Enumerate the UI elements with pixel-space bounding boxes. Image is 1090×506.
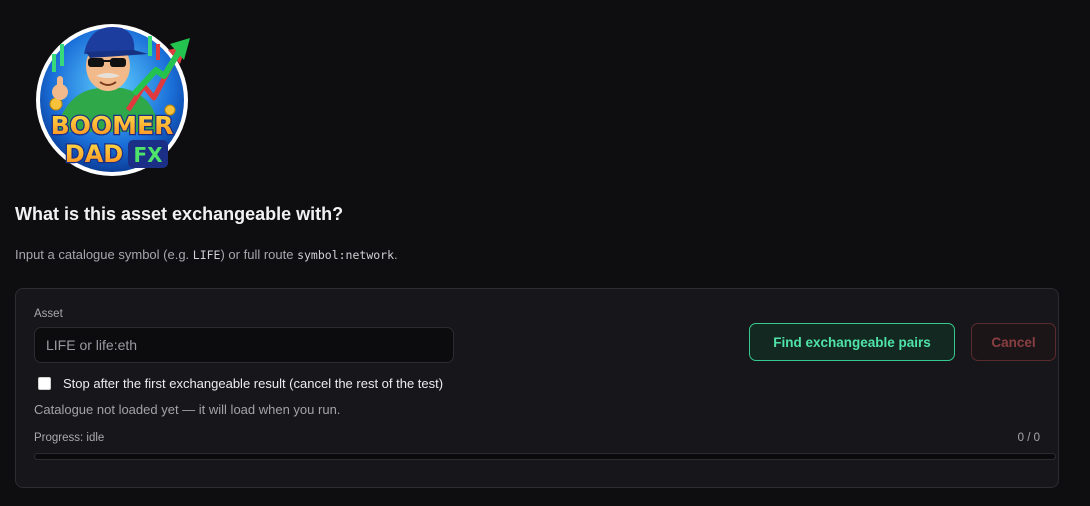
asset-form-card: Asset Find exchangeable pairs Cancel Sto… — [15, 288, 1059, 488]
logo-text-fx: FX — [133, 143, 163, 167]
logo-image: BOOMER DAD FX — [36, 24, 190, 176]
progress-bar — [34, 453, 1056, 460]
stop-after-first-checkbox[interactable] — [38, 377, 51, 390]
subtitle-route-code: symbol:network — [297, 248, 395, 262]
stop-after-first-label[interactable]: Stop after the first exchangeable result… — [63, 376, 443, 391]
progress-count: 0 / 0 — [1017, 432, 1040, 444]
logo-text-boomer: BOOMER — [51, 111, 174, 140]
asset-input[interactable] — [34, 327, 454, 363]
subtitle-prefix: Input a catalogue symbol (e.g. — [15, 247, 193, 262]
subtitle-middle: ) or full route — [220, 247, 298, 262]
boomer-dad-fx-logo: BOOMER DAD FX — [30, 14, 194, 180]
cancel-button[interactable]: Cancel — [971, 323, 1056, 361]
asset-label: Asset — [34, 308, 63, 320]
page-subtitle: Input a catalogue symbol (e.g. LIFE) or … — [15, 247, 398, 262]
page: BOOMER DAD FX What is this asset exchang… — [0, 0, 1090, 506]
catalogue-status-text: Catalogue not loaded yet — it will load … — [34, 402, 341, 417]
subtitle-example-code: LIFE — [192, 248, 221, 262]
subtitle-suffix: . — [394, 247, 398, 262]
logo-text-dad: DAD — [65, 140, 123, 168]
stop-after-first-row: Stop after the first exchangeable result… — [38, 376, 443, 391]
page-title: What is this asset exchangeable with? — [15, 204, 344, 224]
progress-label: Progress: idle — [34, 432, 105, 444]
find-exchangeable-pairs-button[interactable]: Find exchangeable pairs — [749, 323, 955, 361]
